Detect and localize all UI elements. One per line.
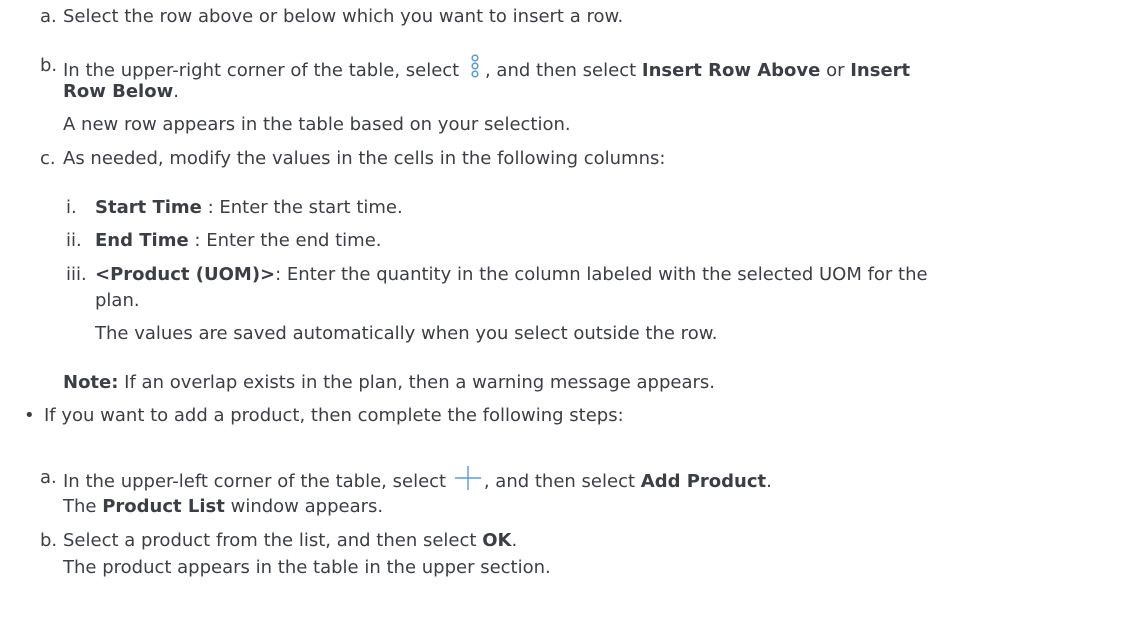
substep-i-text: : Enter the start time. [201,197,403,218]
product-list-label: Product List [102,496,225,517]
step-a-text: Select the row above or below which you … [63,6,624,27]
step-b-result: A new row appears in the table based on … [63,114,571,135]
bullet-marker: • [24,405,35,426]
step-marker-c: c. [40,148,56,169]
note-label: Note: [63,372,119,393]
product-uom-label: <Product (UOM)> [95,264,276,285]
step-b-pre: In the upper-right corner of the table, … [63,60,460,81]
add-step-a-pre: In the upper-left corner of the table, s… [63,471,447,492]
note: Note: If an overlap exists in the plan, … [63,371,715,395]
add-step-b-period: . [511,530,518,551]
add-product-label: Add Product [640,471,767,492]
substep-marker-ii: ii. [66,230,82,251]
add-step-b-line: Select a product from the list, and then… [63,529,517,553]
step-c-text: As needed, modify the values in the cell… [63,148,666,169]
substep-ii-line: End Time : Enter the end time. [95,229,382,253]
substep-iii-result: The values are saved automatically when … [95,323,718,344]
step-b-line1: In the upper-right corner of the table, … [63,54,910,83]
plus-icon [453,466,483,490]
more-vertical-icon [469,54,481,80]
step-b-or: or [826,60,845,81]
insert-row-above-label: Insert Row Above [641,60,821,81]
ok-label: OK [482,530,512,551]
add-step-a-result-post: window appears. [230,496,384,517]
substep-iii-text: : Enter the quantity in the column label… [275,264,928,285]
add-step-b-result: The product appears in the table in the … [63,557,551,578]
step-b-line2: Row Below. [63,80,179,104]
step-marker-a: a. [40,6,57,27]
step-b-mid: , and then select [484,60,637,81]
add-step-a-period: . [766,471,772,492]
substep-ii-text: : Enter the end time. [188,230,382,251]
step-marker-b: b. [40,55,58,76]
insert-row-below-label-part2: Row Below [63,81,174,102]
substep-marker-i: i. [66,197,77,218]
substep-i-line: Start Time : Enter the start time. [95,196,403,220]
bullet-text: If you want to add a product, then compl… [44,405,624,426]
note-text: If an overlap exists in the plan, then a… [118,372,715,393]
step-b-period: . [173,81,179,102]
insert-row-below-label-part1: Insert [850,60,911,81]
add-step-b-pre: Select a product from the list, and then… [63,530,477,551]
substep-iii-line: <Product (UOM)>: Enter the quantity in t… [95,263,928,287]
add-step-a-result-pre: The [63,496,97,517]
end-time-label: End Time [95,230,189,251]
substep-iii-cont: plan. [95,290,140,311]
add-step-a-mid: , and then select [483,471,636,492]
add-step-a-line1: In the upper-left corner of the table, s… [63,466,772,494]
start-time-label: Start Time [95,197,202,218]
add-step-marker-b: b. [40,530,58,551]
add-step-a-result: The Product List window appears. [63,495,383,519]
add-step-marker-a: a. [40,467,57,488]
substep-marker-iii: iii. [66,264,87,285]
